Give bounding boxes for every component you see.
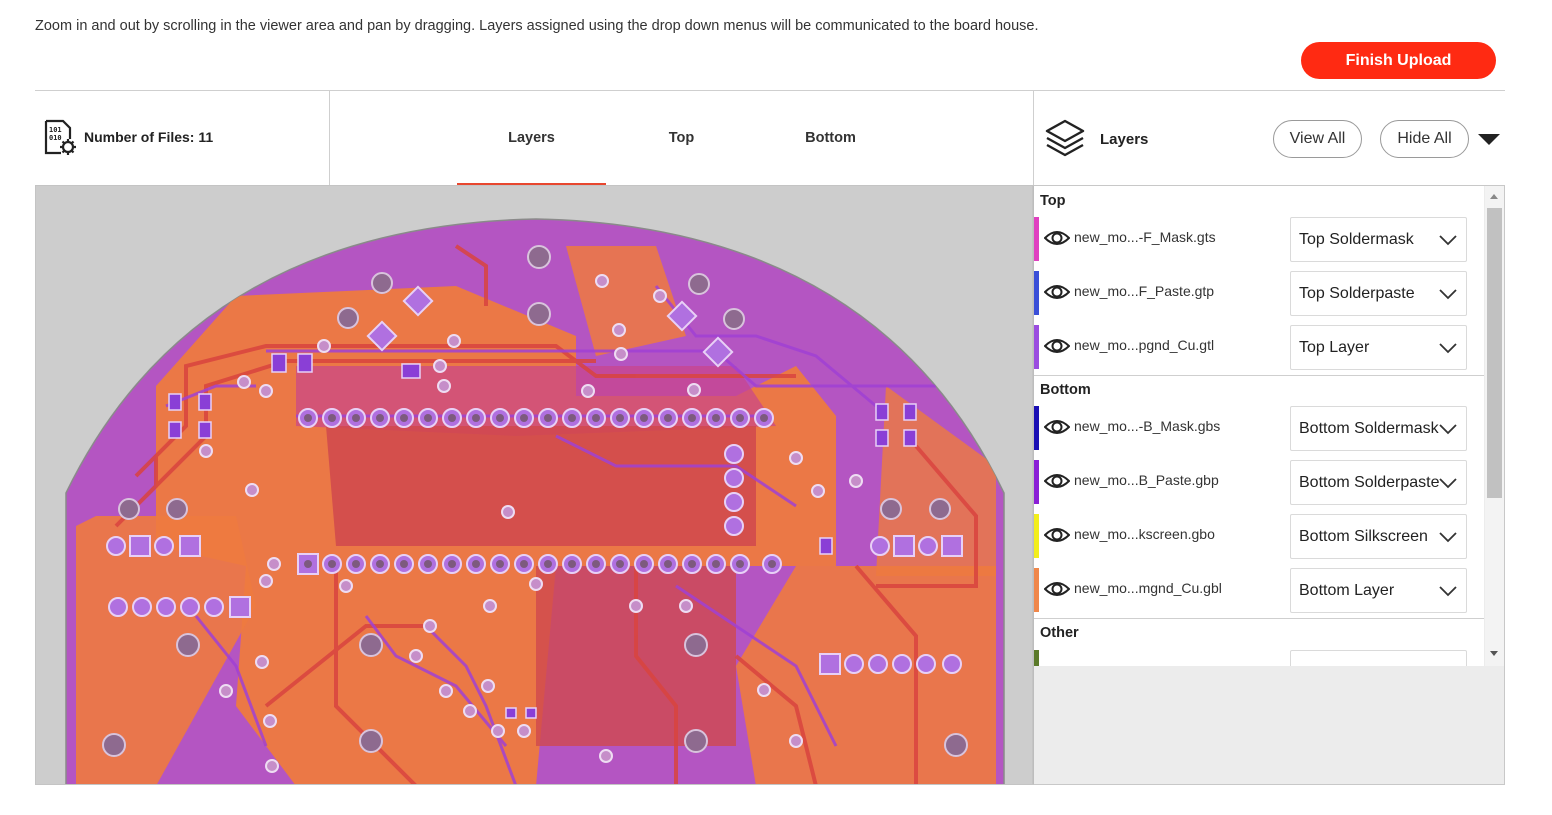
layers-header: Layers View All Hide All	[1034, 91, 1505, 185]
chevron-down-icon	[1439, 289, 1457, 300]
layer-row: new_mo...mgnd_Cu.gbl Bottom Layer	[1034, 563, 1484, 617]
layer-color-swatch	[1034, 568, 1039, 612]
layer-type-select[interactable]: Bottom Layer	[1290, 568, 1467, 613]
layer-color-swatch	[1034, 514, 1039, 558]
files-panel: 101 010 Number of Files: 11	[35, 91, 330, 185]
layer-color-swatch	[1034, 271, 1039, 315]
layer-color-swatch	[1034, 460, 1039, 504]
divider	[1034, 375, 1484, 376]
layer-file-name: new_mo...-B_Mask.gbs	[1074, 418, 1221, 434]
chevron-down-icon	[1439, 343, 1457, 354]
layer-color-swatch	[1034, 650, 1039, 666]
layer-row: new_mo...kscreen.gbo Bottom Silkscreen	[1034, 509, 1484, 563]
layer-type-select[interactable]: Top Solderpaste	[1290, 271, 1467, 316]
layer-file-name: new_mo...kscreen.gbo	[1074, 526, 1215, 542]
eye-icon[interactable]	[1044, 417, 1070, 437]
layer-file-name: new_mo...mgnd_Cu.gbl	[1074, 580, 1222, 596]
layer-type-value: Top Layer	[1299, 339, 1370, 356]
eye-icon[interactable]	[1044, 471, 1070, 491]
divider	[1034, 618, 1484, 619]
layers-icon	[1045, 119, 1085, 157]
layer-row: new_mo...-F_Mask.gts Top Soldermask	[1034, 212, 1484, 266]
scroll-down-arrow-icon[interactable]	[1490, 651, 1498, 656]
pcb-render[interactable]	[36, 186, 1033, 785]
layer-type-select[interactable]: Bottom Silkscreen	[1290, 514, 1467, 559]
layer-row-partial	[1034, 645, 1484, 666]
layer-type-select[interactable]: Bottom Soldermask	[1290, 406, 1467, 451]
tab-bottom[interactable]: Bottom	[756, 91, 905, 185]
layer-type-value: Bottom Soldermask	[1299, 420, 1439, 437]
layer-file-name: new_mo...-F_Mask.gts	[1074, 229, 1216, 245]
eye-icon[interactable]	[1044, 525, 1070, 545]
tab-top[interactable]: Top	[607, 91, 756, 185]
layers-sidebar: Top new_mo...-F_Mask.gts Top Soldermask …	[1033, 185, 1505, 785]
svg-text:010: 010	[49, 134, 62, 142]
pcb-viewer[interactable]	[35, 185, 1033, 785]
group-title-top: Top	[1040, 193, 1066, 209]
header-bar: 101 010 Number of Files: 11 Layers Top B…	[35, 91, 1505, 185]
gerber-file-icon: 101 010	[44, 119, 76, 155]
layer-file-name: new_mo...F_Paste.gtp	[1074, 283, 1215, 299]
caret-down-icon[interactable]	[1478, 134, 1500, 145]
svg-text:101: 101	[49, 126, 62, 134]
layer-row: new_mo...B_Paste.gbp Bottom Solderpaste	[1034, 455, 1484, 509]
layers-title: Layers	[1100, 131, 1149, 148]
view-tabs: Layers Top Bottom	[331, 91, 1034, 185]
layers-list[interactable]: Top new_mo...-F_Mask.gts Top Soldermask …	[1034, 186, 1484, 666]
layer-row: new_mo...pgnd_Cu.gtl Top Layer	[1034, 320, 1484, 374]
layer-type-value: Bottom Solderpaste	[1299, 474, 1440, 491]
scrollbar-thumb[interactable]	[1487, 208, 1502, 498]
layer-row: new_mo...F_Paste.gtp Top Solderpaste	[1034, 266, 1484, 320]
layer-type-select[interactable]: Top Soldermask	[1290, 217, 1467, 262]
eye-icon[interactable]	[1044, 282, 1070, 302]
chevron-down-icon	[1439, 235, 1457, 246]
layer-type-select[interactable]: Top Layer	[1290, 325, 1467, 370]
scroll-up-arrow-icon[interactable]	[1490, 194, 1498, 199]
layer-row: new_mo...-B_Mask.gbs Bottom Soldermask	[1034, 401, 1484, 455]
layer-type-value: Top Soldermask	[1299, 231, 1414, 248]
group-title-bottom: Bottom	[1040, 382, 1091, 398]
layer-type-value: Bottom Layer	[1299, 582, 1395, 599]
hide-all-button[interactable]: Hide All	[1380, 120, 1469, 158]
chevron-down-icon	[1439, 586, 1457, 597]
layer-file-name: new_mo...pgnd_Cu.gtl	[1074, 337, 1215, 353]
eye-icon[interactable]	[1044, 336, 1070, 356]
chevron-down-icon	[1439, 424, 1457, 435]
eye-icon[interactable]	[1044, 228, 1070, 248]
layer-file-name: new_mo...B_Paste.gbp	[1074, 472, 1219, 488]
chevron-down-icon	[1439, 532, 1457, 543]
finish-upload-button[interactable]: Finish Upload	[1301, 42, 1496, 79]
view-all-button[interactable]: View All	[1273, 120, 1362, 158]
instructions-text: Zoom in and out by scrolling in the view…	[35, 18, 1039, 34]
layer-type-select[interactable]: Bottom Solderpaste	[1290, 460, 1467, 505]
layer-type-value: Bottom Silkscreen	[1299, 528, 1428, 545]
group-title-other: Other	[1040, 625, 1079, 641]
chevron-down-icon	[1439, 478, 1457, 489]
scrollbar[interactable]	[1485, 186, 1504, 666]
eye-icon[interactable]	[1044, 579, 1070, 599]
layer-type-select[interactable]	[1290, 650, 1467, 666]
tab-layers[interactable]: Layers	[457, 91, 606, 185]
layer-color-swatch	[1034, 217, 1039, 261]
layer-color-swatch	[1034, 406, 1039, 450]
number-of-files: Number of Files: 11	[84, 129, 214, 145]
layer-type-value: Top Solderpaste	[1299, 285, 1415, 302]
layer-color-swatch	[1034, 325, 1039, 369]
